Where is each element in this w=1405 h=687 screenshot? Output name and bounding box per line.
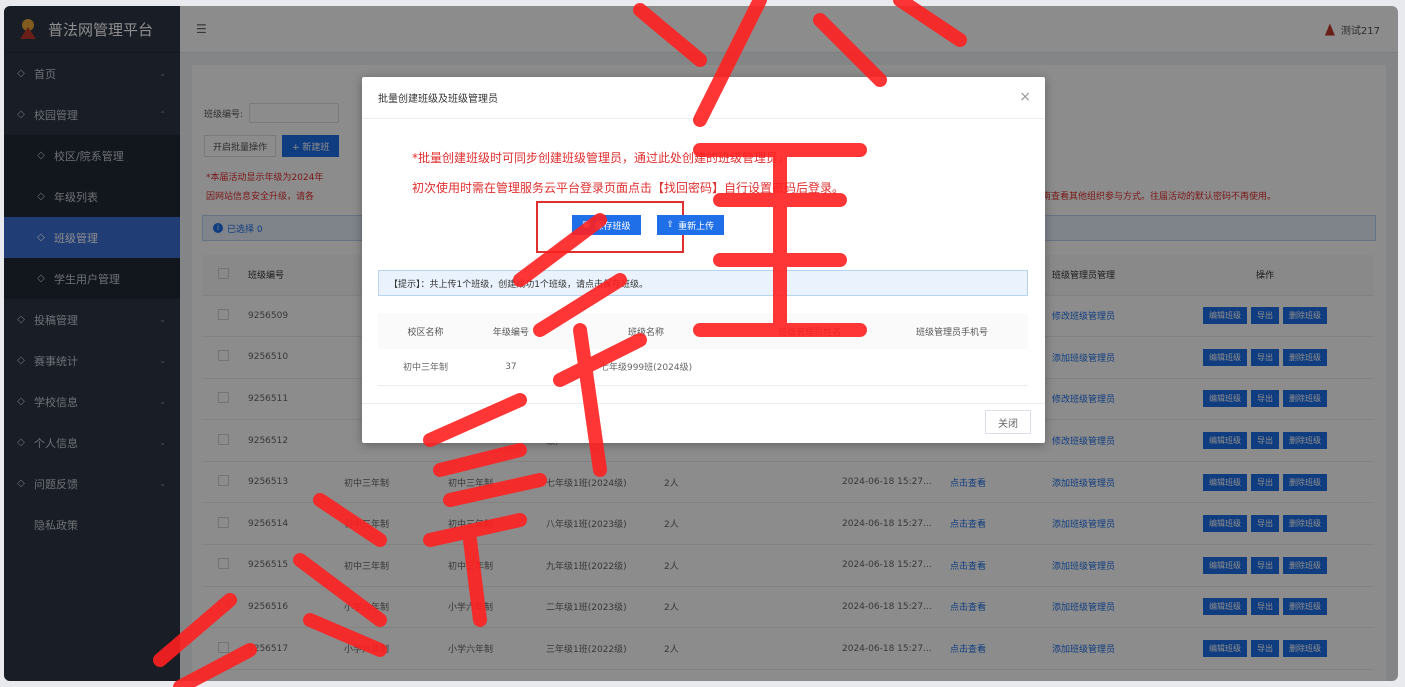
close-icon[interactable]: × xyxy=(1019,89,1031,105)
dialog-header: 批量创建班级及班级管理员 × xyxy=(362,77,1045,119)
preview-header-4: 班级管理员手机号 xyxy=(876,313,1028,349)
preview-header-3: 班级管理员姓名 xyxy=(743,313,877,349)
dialog-actions: ▣ 保存班级 ⇧ 重新上传 xyxy=(572,215,725,235)
preview-header-0: 校区名称 xyxy=(378,313,473,349)
preview-cell-0: 初中三年制 xyxy=(378,349,473,386)
preview-header-1: 年级编号 xyxy=(472,313,549,349)
app-window: 普法网管理平台 ◇ 首页 ⌄ ◇ 校园管理 ⌃ ◇ 校区/院系管理 ◇ 年级列表 ◇ 班级管理 ◇ 学生用… xyxy=(4,6,1398,681)
batch-create-dialog: 批量创建班级及班级管理员 × *批量创建班级时可同步创建班级管理员，通过此处创建… xyxy=(362,77,1045,443)
preview-body: 初中三年制 37 七年级999班(2024级) xyxy=(378,349,1028,386)
preview-row: 初中三年制 37 七年级999班(2024级) xyxy=(378,349,1028,386)
dialog-message-2: 初次使用时需在管理服务云平台登录页面点击【找回密码】自行设置密码后登录。 xyxy=(412,181,845,195)
dialog-footer: 关闭 xyxy=(362,403,1045,443)
preview-cell-1: 37 xyxy=(472,349,549,386)
save-class-label: 保存班级 xyxy=(594,221,631,232)
preview-cell-4 xyxy=(876,349,1028,386)
upload-tip: 【提示】：共上传1个班级，创建成功1个班级，请点击保存班级。 xyxy=(378,270,1028,296)
dialog-message-1: *批量创建班级时可同步创建班级管理员，通过此处创建的班级管理员， xyxy=(412,151,791,165)
preview-cell-2: 七年级999班(2024级) xyxy=(548,349,744,386)
save-icon: ▣ xyxy=(582,220,591,230)
preview-header-2: 班级名称 xyxy=(548,313,744,349)
save-class-button[interactable]: ▣ 保存班级 xyxy=(572,215,641,235)
preview-header: 校区名称 年级编号 班级名称 班级管理员姓名 班级管理员手机号 xyxy=(378,313,1028,349)
preview-cell-3 xyxy=(743,349,877,386)
upload-preview-table: 校区名称 年级编号 班级名称 班级管理员姓名 班级管理员手机号 初中三年制 37 七年级99… xyxy=(378,313,1028,386)
reupload-button[interactable]: ⇧ 重新上传 xyxy=(656,215,725,235)
close-button[interactable]: 关闭 xyxy=(985,410,1031,434)
upload-icon: ⇧ xyxy=(666,220,675,230)
dialog-title: 批量创建班级及班级管理员 xyxy=(378,94,498,105)
reupload-label: 重新上传 xyxy=(678,221,715,232)
